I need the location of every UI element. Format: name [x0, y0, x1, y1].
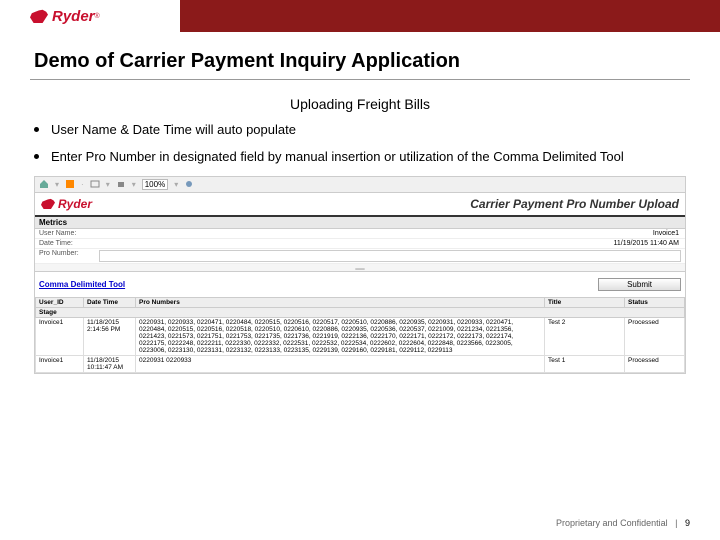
toolbar-separator: ▾ — [132, 180, 136, 189]
cell-pronumbers: 0220931, 0220933, 0220471, 0220484, 0220… — [136, 317, 545, 355]
mail-icon[interactable] — [90, 179, 100, 189]
app-header: Ryder Carrier Payment Pro Number Upload — [35, 193, 685, 217]
table-row: Invoice1 11/18/2015 2:14:56 PM 0220931, … — [36, 317, 685, 355]
app-logo-text: Ryder — [58, 197, 92, 211]
bullet-item: User Name & Date Time will auto populate — [34, 122, 686, 139]
table-row: Invoice1 11/18/2015 10:11:47 AM 0220931 … — [36, 355, 685, 372]
bullet-item: Enter Pro Number in designated field by … — [34, 149, 686, 166]
print-icon[interactable] — [116, 179, 126, 189]
table-subheader-row: Stage — [36, 307, 685, 317]
th-stage-sub: Stage — [36, 307, 685, 317]
tool-row: Comma Delimited Tool Submit — [35, 272, 685, 297]
cell-title: Test 2 — [545, 317, 625, 355]
dog-icon — [30, 9, 48, 23]
embedded-screenshot: ▾ · ▾ ▾ 100% ▾ Ryder Carrier Payment Pro… — [34, 176, 686, 374]
cell-status: Processed — [625, 317, 685, 355]
header-red-bar — [180, 0, 720, 32]
comma-delimited-tool-link[interactable]: Comma Delimited Tool — [39, 280, 125, 289]
footer-text: Proprietary and Confidential — [556, 518, 668, 528]
toolbar-separator: ▾ — [106, 180, 110, 189]
home-icon[interactable] — [39, 179, 49, 189]
bullet-dot-icon — [34, 154, 39, 159]
slide-title: Demo of Carrier Payment Inquiry Applicat… — [0, 32, 720, 79]
ryder-logo: Ryder® — [30, 8, 100, 25]
metrics-section: Metrics User Name: Invoice1 Date Time: 1… — [35, 217, 685, 272]
title-divider — [30, 79, 690, 80]
toolbar-separator: ▾ — [55, 180, 59, 189]
metrics-header: Metrics — [35, 217, 685, 229]
cell-pronumbers: 0220931 0220933 — [136, 355, 545, 372]
slide-footer: Proprietary and Confidential | 9 — [556, 518, 690, 528]
resize-grip-icon[interactable]: ▁▁ — [35, 264, 685, 271]
submit-button[interactable]: Submit — [598, 278, 681, 291]
logo-container: Ryder® — [0, 0, 180, 32]
dog-icon — [41, 198, 55, 209]
browser-toolbar: ▾ · ▾ ▾ 100% ▾ — [35, 177, 685, 193]
toolbar-separator: · — [81, 180, 84, 189]
username-value: Invoice1 — [95, 229, 685, 238]
username-label: User Name: — [35, 229, 95, 238]
th-title: Title — [545, 297, 625, 307]
app-title: Carrier Payment Pro Number Upload — [470, 197, 679, 211]
page-number: 9 — [685, 518, 690, 528]
cell-datetime: 11/18/2015 2:14:56 PM — [84, 317, 136, 355]
th-pronumbers: Pro Numbers — [136, 297, 545, 307]
feed-icon[interactable] — [65, 179, 75, 189]
metrics-row-pronumber: Pro Number: — [35, 249, 685, 264]
zoom-level[interactable]: 100% — [142, 179, 168, 190]
metrics-row-datetime: Date Time: 11/19/2015 11:40 AM — [35, 239, 685, 249]
results-table: User_ID Date Time Pro Numbers Stage Titl… — [35, 297, 685, 373]
tools-icon[interactable] — [184, 179, 194, 189]
slide-subtitle: Uploading Freight Bills — [0, 96, 720, 112]
cell-user: Invoice1 — [36, 355, 84, 372]
bullet-text: User Name & Date Time will auto populate — [51, 122, 296, 139]
footer-separator: | — [675, 518, 677, 528]
cell-title: Test 1 — [545, 355, 625, 372]
cell-status: Processed — [625, 355, 685, 372]
bullet-dot-icon — [34, 127, 39, 132]
slide-header: Ryder® — [0, 0, 720, 32]
datetime-value: 11/19/2015 11:40 AM — [95, 239, 685, 248]
logo-text: Ryder — [52, 8, 95, 25]
cell-user: Invoice1 — [36, 317, 84, 355]
bullet-text: Enter Pro Number in designated field by … — [51, 149, 624, 166]
th-status: Status — [625, 297, 685, 307]
datetime-label: Date Time: — [35, 239, 95, 248]
cell-datetime: 11/18/2015 10:11:47 AM — [84, 355, 136, 372]
th-user-id: User_ID — [36, 297, 84, 307]
toolbar-separator: ▾ — [174, 180, 178, 189]
table-header-row: User_ID Date Time Pro Numbers Stage Titl… — [36, 297, 685, 307]
registered-mark: ® — [95, 13, 100, 20]
metrics-row-username: User Name: Invoice1 — [35, 229, 685, 239]
th-datetime: Date Time — [84, 297, 136, 307]
pronumber-label: Pro Number: — [35, 249, 95, 263]
pronumber-input[interactable] — [99, 250, 681, 262]
bullet-list: User Name & Date Time will auto populate… — [34, 122, 686, 166]
